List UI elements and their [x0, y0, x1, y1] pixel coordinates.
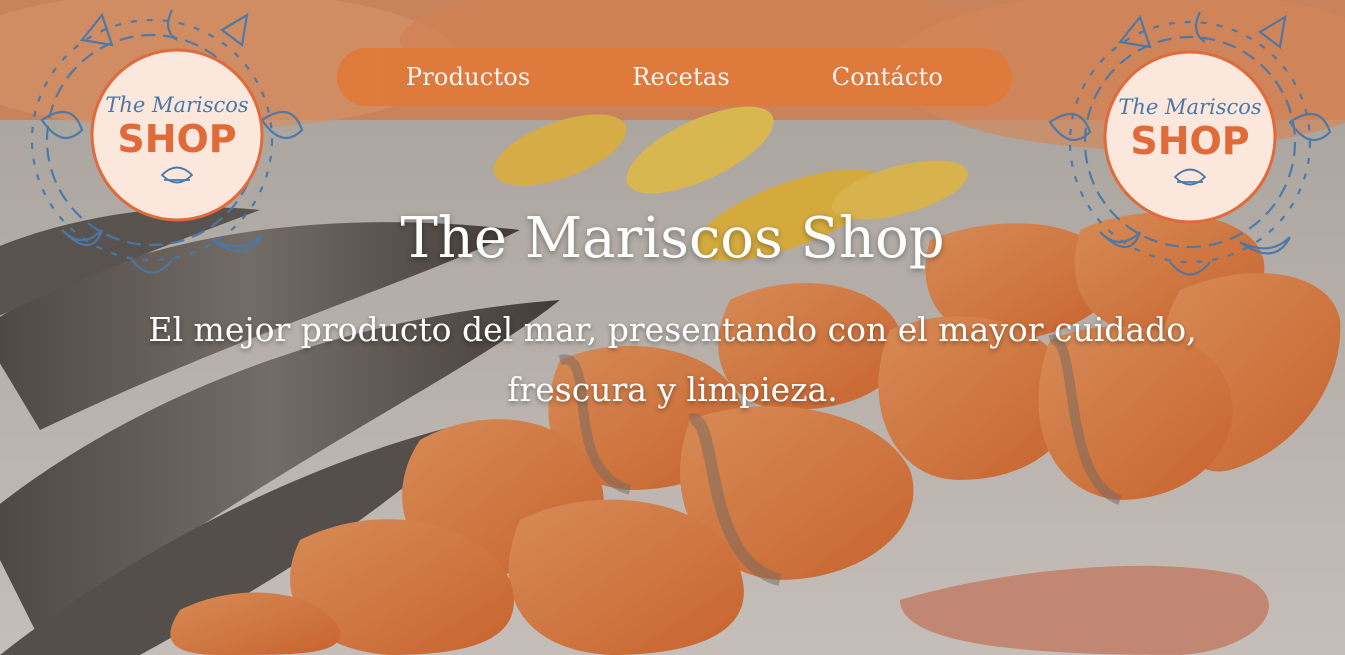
nav-link-contacto[interactable]: Contácto — [832, 63, 943, 91]
logo-text-line2: SHOP — [117, 117, 236, 161]
main-nav: Productos Recetas Contácto — [337, 48, 1012, 106]
logo-text-line1: The Mariscos — [1118, 95, 1262, 119]
hero-section: The Mariscos SHOP The Mariscos SHOP Prod… — [0, 0, 1345, 655]
logo-text-line2: SHOP — [1130, 119, 1249, 163]
logo-text-line1: The Mariscos — [105, 93, 249, 117]
nav-link-recetas[interactable]: Recetas — [632, 63, 730, 91]
nav-link-productos[interactable]: Productos — [406, 63, 531, 91]
hero-title: The Mariscos Shop — [400, 206, 945, 271]
hero-subtitle: El mejor producto del mar, presentando c… — [148, 310, 1197, 409]
